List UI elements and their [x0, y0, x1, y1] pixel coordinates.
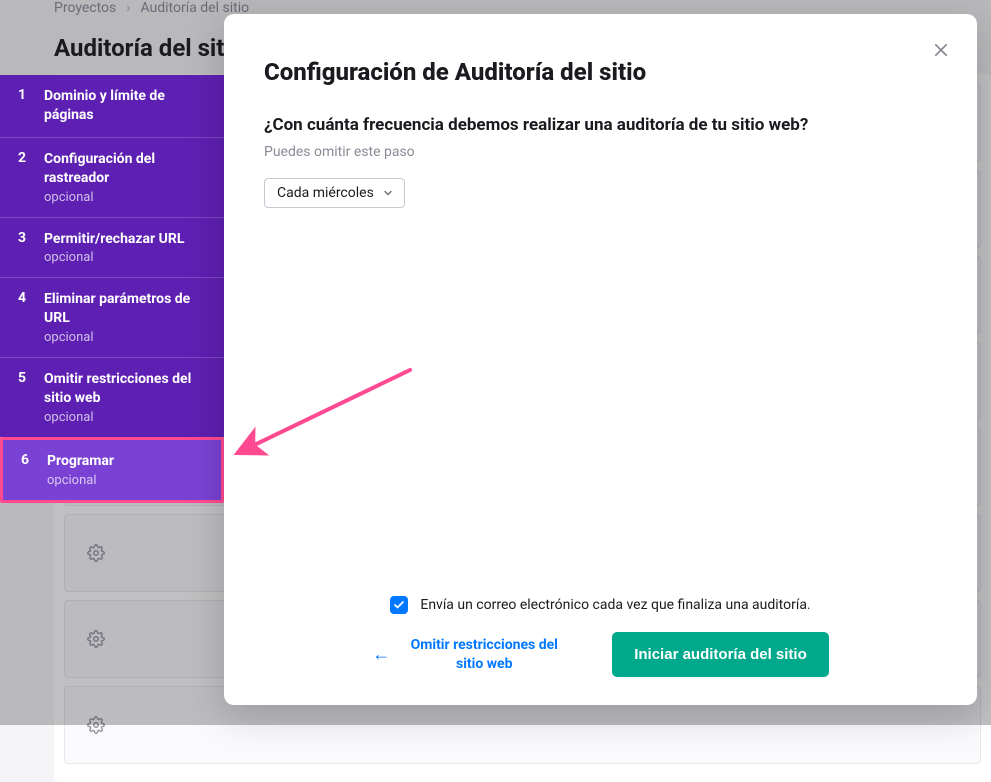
select-value: Cada miércoles [277, 185, 374, 201]
step-number: 3 [18, 230, 28, 266]
step-skip-restrictions[interactable]: 5 Omitir restricciones del sitio web opc… [0, 357, 224, 437]
step-optional-label: opcional [44, 410, 208, 425]
frequency-select[interactable]: Cada miércoles [264, 178, 405, 208]
step-label: Omitir restricciones del sitio web [44, 370, 208, 408]
modal-footer: Envía un correo electrónico cada vez que… [264, 596, 937, 677]
step-domain-limit[interactable]: 1 Dominio y límite de páginas [0, 75, 224, 137]
step-optional-label: opcional [44, 330, 208, 345]
step-label: Dominio y límite de páginas [44, 87, 208, 125]
start-audit-button[interactable]: Iniciar auditoría del sitio [612, 632, 829, 677]
modal-hint: Puedes omitir este paso [264, 144, 937, 160]
back-link-label: Omitir restricciones del sitio web [404, 636, 564, 672]
step-crawler-config[interactable]: 2 Configuración del rastreador opcional [0, 137, 224, 217]
step-number: 2 [18, 150, 28, 205]
modal-title: Configuración de Auditoría del sitio [264, 58, 937, 86]
chevron-down-icon [382, 187, 394, 199]
arrow-left-icon: ← [372, 643, 390, 666]
step-number: 6 [21, 452, 31, 488]
step-label: Permitir/rechazar URL [44, 230, 184, 249]
step-optional-label: opcional [44, 250, 184, 265]
step-label: Configuración del rastreador [44, 150, 208, 188]
checkbox-label: Envía un correo electrónico cada vez que… [420, 597, 810, 613]
step-number: 5 [18, 370, 28, 425]
check-icon [393, 599, 405, 611]
step-allow-deny-url[interactable]: 3 Permitir/rechazar URL opcional [0, 217, 224, 278]
step-number: 4 [18, 290, 28, 345]
step-optional-label: opcional [47, 473, 114, 488]
close-button[interactable] [927, 36, 955, 64]
step-optional-label: opcional [44, 190, 208, 205]
footer-actions: ← Omitir restricciones del sitio web Ini… [264, 632, 937, 677]
step-remove-url-params[interactable]: 4 Eliminar parámetros de URL opcional [0, 277, 224, 357]
settings-modal: Configuración de Auditoría del sitio ¿Co… [224, 14, 977, 705]
modal-question: ¿Con cuánta frecuencia debemos realizar … [264, 114, 937, 138]
step-label: Eliminar parámetros de URL [44, 290, 208, 328]
step-label: Programar [47, 452, 114, 471]
wizard-sidebar: 1 Dominio y límite de páginas 2 Configur… [0, 75, 224, 503]
back-link[interactable]: ← Omitir restricciones del sitio web [372, 636, 564, 672]
email-checkbox[interactable] [390, 596, 408, 614]
close-icon [932, 41, 950, 59]
step-schedule[interactable]: 6 Programar opcional [0, 437, 224, 503]
step-number: 1 [18, 87, 28, 125]
email-checkbox-row: Envía un correo electrónico cada vez que… [390, 596, 810, 614]
